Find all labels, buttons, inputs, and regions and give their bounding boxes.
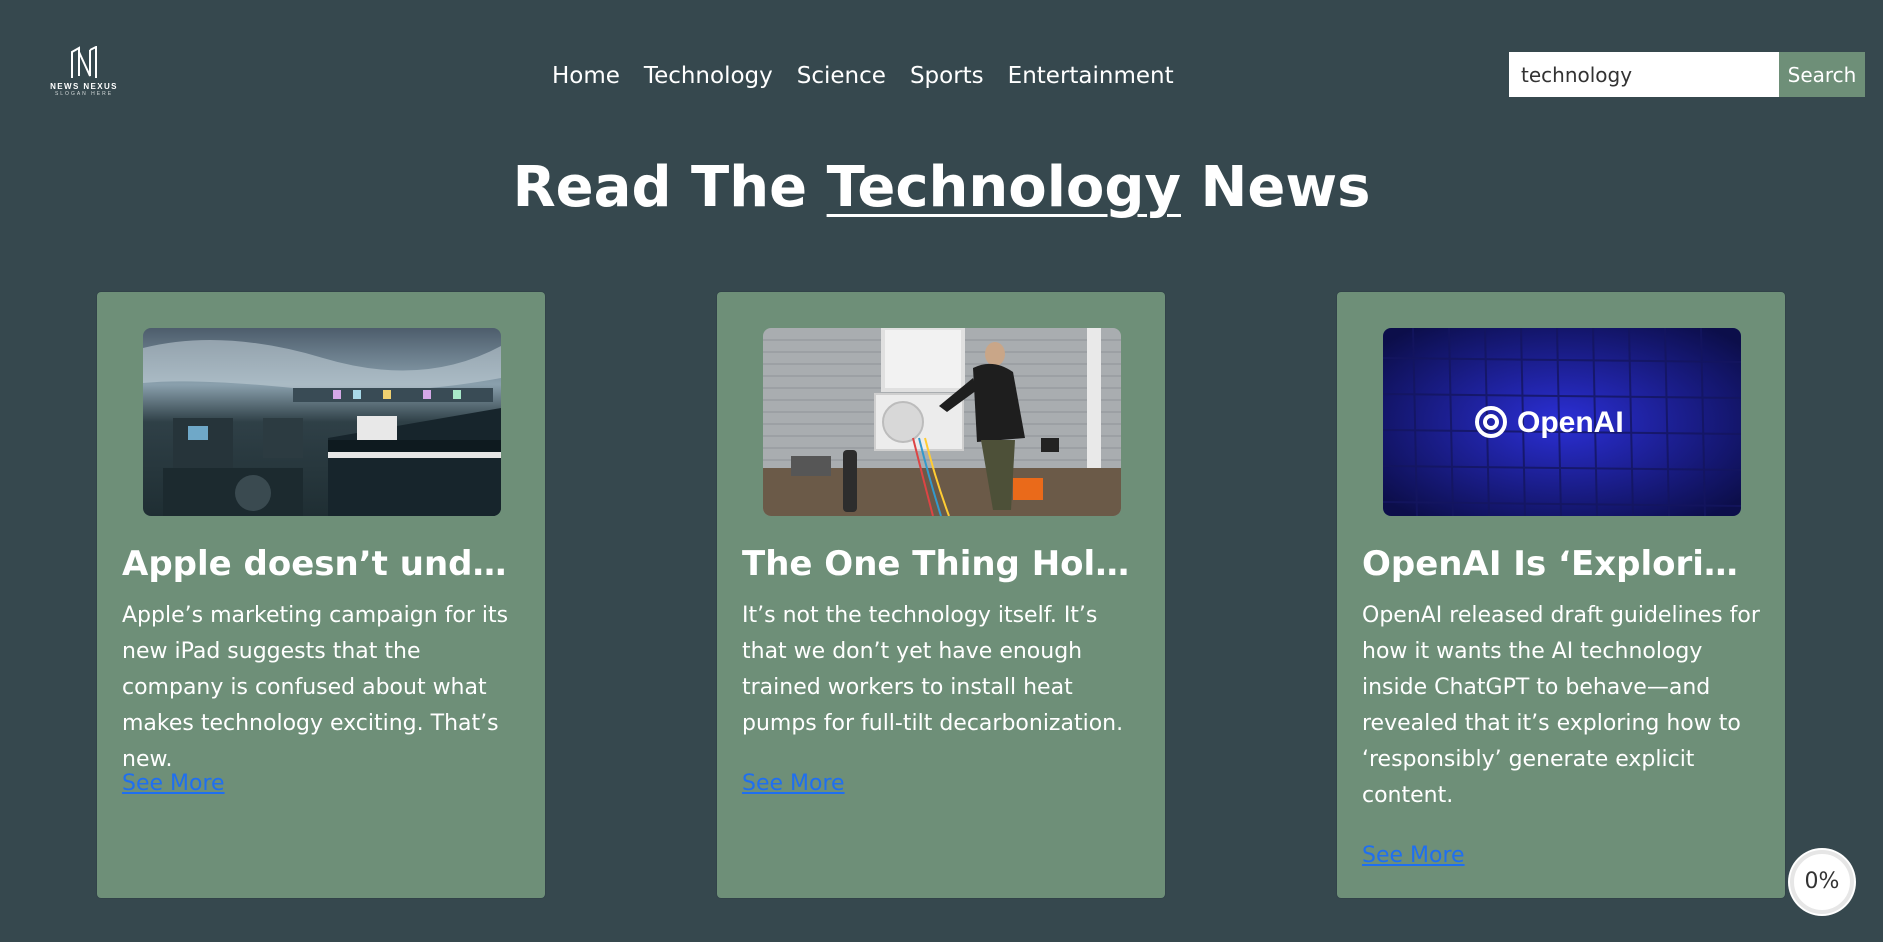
news-card: The One Thing Holdin... It’s not the tec…	[717, 292, 1165, 898]
article-description: Apple’s marketing campaign for its new i…	[122, 603, 509, 772]
page-title-keyword: Technology	[826, 155, 1181, 220]
article-title[interactable]: The One Thing Holdin...	[742, 540, 1142, 588]
openai-logo-text: OpenAI	[1517, 406, 1624, 439]
article-image: OpenAI	[1383, 328, 1741, 516]
see-more-link[interactable]: See More	[1362, 840, 1465, 872]
article-image	[143, 328, 501, 516]
scroll-progress-indicator[interactable]: 0%	[1786, 846, 1858, 918]
search-form: Search	[1509, 52, 1865, 97]
article-image	[763, 328, 1121, 516]
logo-mark-icon	[71, 46, 97, 78]
article-description: OpenAI released draft guidelines for how…	[1362, 603, 1760, 808]
article-description: It’s not the technology itself. It’s tha…	[742, 603, 1124, 736]
nav-sports[interactable]: Sports	[910, 60, 984, 92]
logo-slogan: SLOGAN HERE	[54, 91, 114, 97]
search-button[interactable]: Search	[1779, 52, 1865, 97]
article-title[interactable]: Apple doesn’t underst...	[122, 540, 522, 588]
nav-home[interactable]: Home	[552, 60, 620, 92]
page-title-suffix: News	[1200, 155, 1371, 220]
nav-technology[interactable]: Technology	[644, 60, 773, 92]
news-card: Apple doesn’t underst... Apple’s marketi…	[97, 292, 545, 898]
site-logo[interactable]: NEWS NEXUS SLOGAN HERE	[44, 46, 124, 106]
search-input[interactable]	[1509, 52, 1779, 97]
page-title: Read The Technology News	[0, 148, 1883, 228]
nav-science[interactable]: Science	[797, 60, 886, 92]
main-nav: Home Technology Science Sports Entertain…	[552, 60, 1174, 92]
nav-entertainment[interactable]: Entertainment	[1008, 60, 1174, 92]
scroll-progress-value: 0%	[1804, 869, 1840, 894]
logo-name: NEWS NEXUS	[50, 82, 118, 91]
article-title[interactable]: OpenAI Is ‘Exploring’ ...	[1362, 540, 1762, 588]
page-title-prefix: Read The	[512, 155, 808, 220]
see-more-link[interactable]: See More	[742, 768, 845, 800]
news-card: OpenAI OpenAI Is ‘Exploring’ ... OpenAI …	[1337, 292, 1785, 898]
see-more-link[interactable]: See More	[122, 768, 225, 800]
